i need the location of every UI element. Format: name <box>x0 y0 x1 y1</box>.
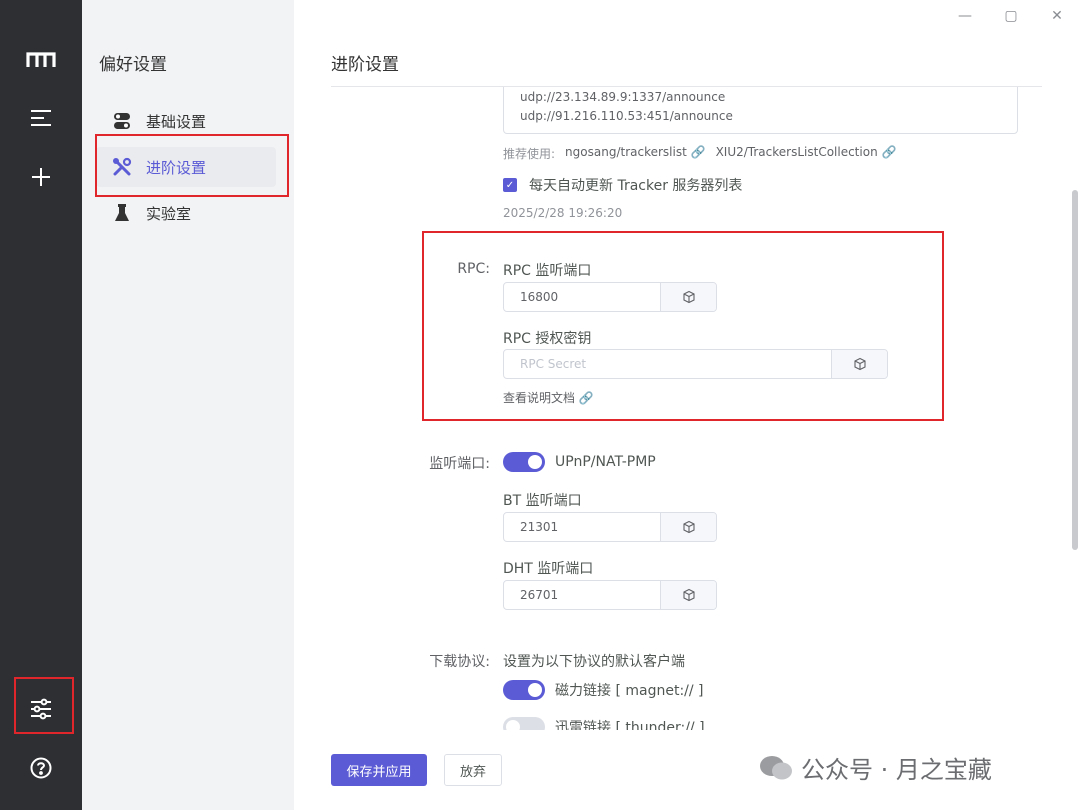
dice-icon <box>682 588 695 602</box>
save-apply-button[interactable]: 保存并应用 <box>331 754 427 786</box>
left-rail <box>0 0 82 810</box>
rpc-port-input-group: 16800 <box>503 282 717 312</box>
sidebar-item-label: 基础设置 <box>146 112 207 131</box>
watermark: 公众号 · 月之宝藏 <box>759 750 992 785</box>
dice-icon <box>682 290 695 304</box>
rpc-secret-input-group: RPC Secret <box>503 349 888 379</box>
upnp-toggle[interactable] <box>503 452 545 472</box>
thunder-toggle-row[interactable]: 迅雷链接 [ thunder:// ] <box>503 717 705 730</box>
upnp-label: UPnP/NAT-PMP <box>555 454 656 470</box>
tracker-list-textarea[interactable]: udp://23.134.89.9:1337/announce udp://91… <box>503 87 1018 134</box>
link-icon: 🔗 <box>578 391 594 405</box>
bt-port-input-group: 21301 <box>503 512 717 542</box>
dice-icon <box>682 520 695 534</box>
bt-port-title: BT 监听端口 <box>503 493 582 509</box>
rpc-port-input[interactable]: 16800 <box>504 283 660 311</box>
sidebar-item-label: 进阶设置 <box>146 158 207 177</box>
minimize-icon[interactable]: — <box>942 0 988 32</box>
rpc-secret-title: RPC 授权密钥 <box>503 331 592 347</box>
wechat-icon <box>760 755 792 779</box>
sidebar-item-basic[interactable]: 基础设置 <box>96 101 276 141</box>
bt-port-input[interactable]: 21301 <box>504 513 660 541</box>
window-controls: — ▢ ✕ <box>942 0 1080 32</box>
vertical-scrollbar[interactable] <box>1072 190 1078 550</box>
sidebar-title: 偏好设置 <box>99 55 167 75</box>
thunder-toggle[interactable] <box>503 717 545 730</box>
magnet-toggle[interactable] <box>503 680 545 700</box>
listen-port-label: 监听端口: <box>429 456 490 472</box>
dht-port-input[interactable]: 26701 <box>504 581 660 609</box>
auto-update-checkbox-row[interactable]: ✓ 每天自动更新 Tracker 服务器列表 <box>503 175 742 195</box>
dice-icon <box>853 357 866 371</box>
main-panel: — ▢ ✕ 进阶设置 udp://23.134.89.9:1337/announ… <box>294 0 1080 810</box>
rpc-label: RPC: <box>457 261 490 277</box>
sidebar-item-lab[interactable]: 实验室 <box>96 193 276 233</box>
page-title: 进阶设置 <box>331 55 399 75</box>
settings-sliders-icon[interactable] <box>21 689 61 729</box>
magnet-label: 磁力链接 [ magnet:// ] <box>555 683 704 699</box>
dht-port-title: DHT 监听端口 <box>503 561 594 577</box>
settings-scroll-area[interactable]: udp://23.134.89.9:1337/announce udp://91… <box>294 87 1080 730</box>
auto-update-label: 每天自动更新 Tracker 服务器列表 <box>529 178 743 194</box>
tools-icon <box>110 157 134 177</box>
recommend-row: 推荐使用: ngosang/trackerslist 🔗 XIU2/Tracke… <box>503 145 896 162</box>
dht-port-random-button[interactable] <box>660 581 716 609</box>
auto-update-checkbox[interactable]: ✓ <box>503 178 517 192</box>
app-logo-icon <box>21 40 61 80</box>
footer-bar: 保存并应用 放弃 公众号 · 月之宝藏 <box>294 730 1080 810</box>
sidebar-item-label: 实验室 <box>146 204 192 223</box>
preference-sidebar: 偏好设置 基础设置 进阶设置 实验室 <box>82 0 294 810</box>
rpc-port-random-button[interactable] <box>660 283 716 311</box>
help-icon[interactable] <box>21 748 61 788</box>
trackers-collection-link[interactable]: XIU2/TrackersListCollection 🔗 <box>716 145 897 162</box>
magnet-toggle-row[interactable]: 磁力链接 [ magnet:// ] <box>503 680 704 700</box>
menu-icon[interactable] <box>21 98 61 138</box>
protocol-desc: 设置为以下协议的默认客户端 <box>503 654 685 670</box>
recommend-label: 推荐使用: <box>503 147 556 161</box>
watermark-text: 公众号 · 月之宝藏 <box>801 756 992 784</box>
thunder-label: 迅雷链接 [ thunder:// ] <box>555 720 705 730</box>
toggle-icon <box>110 111 134 131</box>
tracker-line: udp://91.216.110.53:451/announce <box>520 109 733 123</box>
add-task-icon[interactable] <box>21 157 61 197</box>
protocol-label: 下载协议: <box>429 654 490 670</box>
sidebar-item-advanced[interactable]: 进阶设置 <box>96 147 276 187</box>
trackerslist-link[interactable]: ngosang/trackerslist 🔗 <box>565 145 706 162</box>
highlight-box-rpc <box>422 231 944 421</box>
bt-port-random-button[interactable] <box>660 513 716 541</box>
discard-button[interactable]: 放弃 <box>444 754 502 786</box>
link-icon: 🔗 <box>690 145 706 159</box>
rpc-port-title: RPC 监听端口 <box>503 263 592 279</box>
maximize-icon[interactable]: ▢ <box>988 0 1034 32</box>
tracker-line: udp://23.134.89.9:1337/announce <box>520 90 726 104</box>
link-icon: 🔗 <box>881 145 897 159</box>
app-window: 偏好设置 基础设置 进阶设置 实验室 — ▢ ✕ 进阶设置 udp://23.1… <box>0 0 1080 810</box>
flask-icon <box>110 203 134 223</box>
rpc-doc-link[interactable]: 查看说明文档 🔗 <box>503 389 594 406</box>
last-update-time: 2025/2/28 19:26:20 <box>503 206 623 220</box>
close-icon[interactable]: ✕ <box>1034 0 1080 32</box>
dht-port-input-group: 26701 <box>503 580 717 610</box>
upnp-toggle-row[interactable]: UPnP/NAT-PMP <box>503 452 656 472</box>
rpc-secret-input[interactable]: RPC Secret <box>504 350 831 378</box>
rpc-secret-random-button[interactable] <box>831 350 887 378</box>
